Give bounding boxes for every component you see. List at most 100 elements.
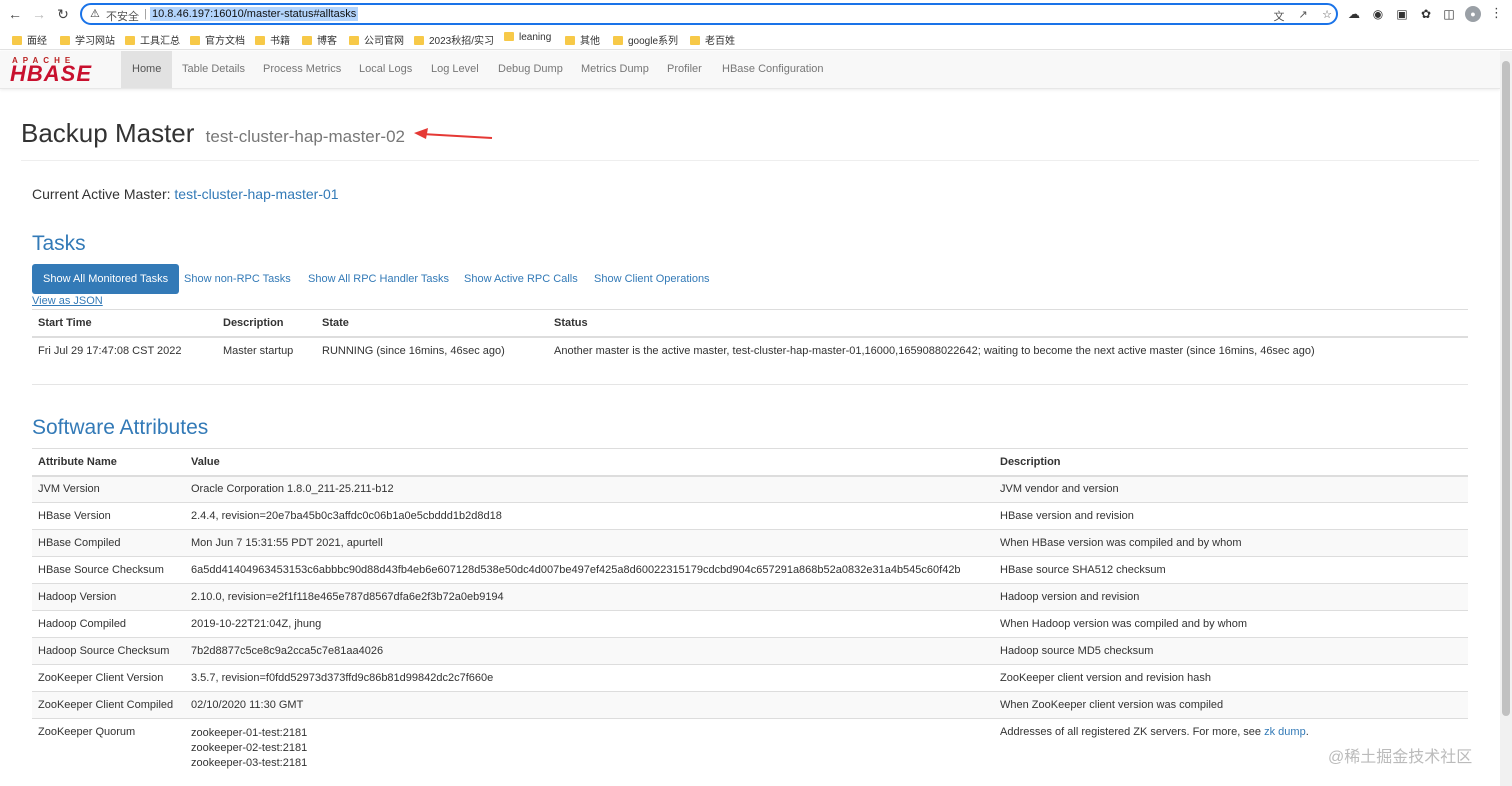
hbase-navbar: APACHE HBASE Home Table Details Process … (0, 51, 1500, 89)
warning-icon[interactable]: ⚠ (90, 7, 100, 20)
bookmark-folder[interactable]: 书籍 (255, 32, 290, 47)
bookmark-folder[interactable]: 博客 (302, 32, 337, 47)
scrollbar-thumb[interactable] (1502, 61, 1510, 716)
tasks-table: Start Time Description State Status Fri … (32, 309, 1468, 365)
insecure-label[interactable]: 不安全 (106, 8, 139, 24)
attribute-name: Hadoop Source Checksum (32, 637, 185, 665)
bookmark-folder[interactable]: 学习网站 (60, 32, 115, 47)
attribute-name: ZooKeeper Client Compiled (32, 691, 185, 719)
zk-dump-link[interactable]: zk dump (1264, 726, 1306, 738)
attribute-name: HBase Version (32, 502, 185, 530)
table-row: ZooKeeper Client Compiled 02/10/2020 11:… (32, 691, 1468, 719)
nav-table-details[interactable]: Table Details (171, 51, 256, 88)
header-divider (21, 160, 1479, 161)
bookmark-folder[interactable]: 官方文档 (190, 32, 245, 47)
extension-box-icon[interactable]: ▣ (1394, 6, 1410, 22)
puzzle-icon[interactable]: ✿ (1418, 6, 1434, 22)
table-header-row: Attribute Name Value Description (32, 448, 1468, 477)
column-header: State (316, 309, 548, 338)
bookmark-folder[interactable]: 工具汇总 (125, 32, 180, 47)
zk-server: zookeeper-03-test:2181 (191, 757, 308, 769)
bookmark-star-icon[interactable]: ☆ (1320, 8, 1334, 21)
browser-toolbar: ← → ↻ ⚠ 不安全 | 10.8.46.197:16010/master-s… (0, 0, 1512, 28)
nav-home[interactable]: Home (121, 51, 173, 88)
zk-server: zookeeper-02-test:2181 (191, 742, 308, 754)
column-header: Value (185, 448, 994, 477)
nav-log-level[interactable]: Log Level (420, 51, 490, 88)
folder-icon (690, 36, 700, 45)
folder-icon (60, 36, 70, 45)
attribute-value: 2019-10-22T21:04Z, jhung (185, 610, 994, 638)
attribute-name: HBase Source Checksum (32, 556, 185, 584)
software-attributes-table: Attribute Name Value Description JVM Ver… (32, 448, 1468, 775)
nav-process-metrics[interactable]: Process Metrics (252, 51, 352, 88)
task-state: RUNNING (since 16mins, 46sec ago) (316, 336, 548, 365)
tab-show-all-rpc-handler-tasks[interactable]: Show All RPC Handler Tasks (297, 264, 460, 294)
watermark: @稀土掘金技术社区 (1328, 749, 1473, 766)
column-header: Description (217, 309, 316, 338)
tab-show-active-rpc-calls[interactable]: Show Active RPC Calls (453, 264, 589, 294)
annotation-arrow-icon (414, 128, 493, 139)
active-master-link[interactable]: test-cluster-hap-master-01 (174, 186, 338, 202)
tab-show-non-rpc-tasks[interactable]: Show non-RPC Tasks (173, 264, 302, 294)
bookmark-folder[interactable]: 公司官网 (349, 32, 404, 47)
column-header: Attribute Name (32, 448, 185, 477)
table-row: Hadoop Compiled 2019-10-22T21:04Z, jhung… (32, 610, 1468, 638)
hbase-logo[interactable]: APACHE HBASE (10, 56, 112, 86)
tab-show-client-operations[interactable]: Show Client Operations (583, 264, 721, 294)
column-header: Status (548, 309, 1468, 338)
folder-icon (414, 36, 424, 45)
software-attributes-heading: Software Attributes (32, 416, 209, 439)
url-text[interactable]: 10.8.46.197:16010/master-status#alltasks (150, 7, 359, 21)
nav-metrics-dump[interactable]: Metrics Dump (570, 51, 660, 88)
table-row: Hadoop Version 2.10.0, revision=e2f1f118… (32, 583, 1468, 611)
table-row: ZooKeeper Client Version 3.5.7, revision… (32, 664, 1468, 692)
forward-arrow-icon[interactable]: → (30, 5, 48, 23)
back-arrow-icon[interactable]: ← (6, 5, 24, 23)
address-bar[interactable]: ⚠ 不安全 | 10.8.46.197:16010/master-status#… (80, 3, 1338, 25)
view-as-json-link[interactable]: View as JSON (32, 295, 103, 307)
extension-cloud-icon[interactable]: ☁ (1346, 6, 1362, 22)
bookmark-folder[interactable]: 其他 (565, 32, 600, 47)
translate-icon[interactable]: 文 (1272, 8, 1286, 24)
omnibox-separator: | (144, 8, 147, 20)
page-scrollbar[interactable] (1500, 51, 1512, 786)
reload-icon[interactable]: ↻ (54, 5, 72, 23)
attribute-description: When ZooKeeper client version was compil… (994, 691, 1468, 719)
folder-icon (504, 32, 514, 41)
task-description: Master startup (217, 336, 316, 365)
folder-icon (125, 36, 135, 45)
folder-icon (565, 36, 575, 45)
folder-icon (12, 36, 22, 45)
attribute-description: Hadoop source MD5 checksum (994, 637, 1468, 665)
more-menu-icon[interactable]: ⋮ (1490, 5, 1503, 21)
bookmark-folder[interactable]: 面经 (12, 32, 47, 47)
table-header-row: Start Time Description State Status (32, 309, 1468, 338)
attribute-description: When Hadoop version was compiled and by … (994, 610, 1468, 638)
nav-debug-dump[interactable]: Debug Dump (487, 51, 574, 88)
tab-show-all-monitored-tasks[interactable]: Show All Monitored Tasks (32, 264, 180, 294)
nav-local-logs[interactable]: Local Logs (348, 51, 423, 88)
current-active-master: Current Active Master: test-cluster-hap-… (32, 186, 339, 202)
attribute-name: Hadoop Version (32, 583, 185, 611)
column-header: Start Time (32, 309, 217, 338)
bookmark-folder[interactable]: leaning (504, 32, 551, 43)
extension-circle-icon[interactable]: ◉ (1370, 6, 1386, 22)
nav-hbase-configuration[interactable]: HBase Configuration (711, 51, 835, 88)
folder-icon (349, 36, 359, 45)
page-subtitle: test-cluster-hap-master-02 (205, 127, 405, 146)
attribute-description: When HBase version was compiled and by w… (994, 529, 1468, 557)
attribute-value: Mon Jun 7 15:31:55 PDT 2021, apurtell (185, 529, 994, 557)
bookmark-folder[interactable]: google系列 (613, 32, 678, 47)
nav-profiler[interactable]: Profiler (656, 51, 713, 88)
table-row: HBase Source Checksum 6a5dd4140496345315… (32, 556, 1468, 584)
folder-icon (255, 36, 265, 45)
profile-avatar-icon[interactable]: ● (1465, 6, 1481, 22)
side-panel-icon[interactable]: ◫ (1441, 6, 1457, 22)
share-icon[interactable]: ↗ (1296, 8, 1310, 21)
bookmark-folder[interactable]: 2023秋招/实习 (414, 32, 494, 47)
section-divider (32, 384, 1468, 385)
attribute-value: Oracle Corporation 1.8.0_211-25.211-b12 (185, 475, 994, 503)
bookmark-folder[interactable]: 老百姓 (690, 32, 735, 47)
folder-icon (302, 36, 312, 45)
